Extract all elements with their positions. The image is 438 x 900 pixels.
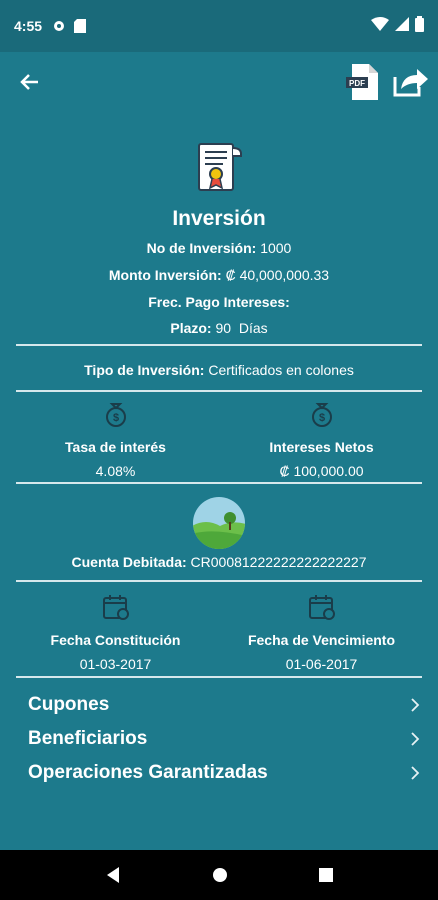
fecha-constitucion-block: Fecha Constitución 01-03-2017: [6, 593, 225, 672]
status-time: 4:55: [14, 18, 43, 34]
fecha-vencimiento-label: Fecha de Vencimiento: [247, 632, 396, 648]
intereses-netos-value: ₡ 100,000.00: [279, 463, 364, 479]
back-button[interactable]: [14, 66, 46, 98]
landscape-icon-wrapper: [0, 496, 438, 555]
menu-item-label: Operaciones Garantizadas: [28, 762, 268, 783]
calendar-icon: [102, 595, 129, 620]
plazo-value: 90 Días: [215, 320, 268, 336]
menu-item-beneficiarios[interactable]: Beneficiarios: [28, 724, 420, 754]
share-button[interactable]: [392, 64, 430, 100]
status-bar: 4:55: [0, 0, 438, 52]
tipo-inversion-value: Certificados en colones: [208, 362, 354, 378]
share-icon: [393, 69, 428, 97]
menu-item-cupones[interactable]: Cupones: [28, 690, 420, 720]
tasa-interes-label: Tasa de interés: [65, 439, 166, 455]
frecuencia-pago-label: Frec. Pago Intereses:: [148, 294, 290, 310]
plazo-label: Plazo:: [170, 320, 212, 336]
sd-card-icon: [74, 19, 87, 33]
menu-item-operaciones-garantizadas[interactable]: Operaciones Garantizadas: [28, 758, 420, 788]
fecha-constitucion-label: Fecha Constitución: [50, 632, 181, 648]
tipo-inversion-label: Tipo de Inversión:: [84, 362, 205, 378]
divider: [16, 482, 422, 484]
nav-home-icon[interactable]: [212, 867, 228, 883]
nav-recents-icon[interactable]: [318, 868, 333, 882]
cuenta-debitada-row: Cuenta Debitada: CR00081222222222222227: [0, 554, 438, 570]
cuenta-debitada-label: Cuenta Debitada:: [71, 554, 187, 570]
page-title: Inversión: [172, 207, 266, 230]
divider: [16, 580, 422, 582]
app-bar: PDF: [0, 52, 438, 112]
tasa-interes-value: 4.08%: [95, 463, 136, 479]
chevron-right-icon: [411, 766, 420, 780]
pdf-file-icon: PDF: [346, 64, 378, 100]
fecha-constitucion-value: 01-03-2017: [79, 656, 152, 672]
chevron-right-icon: [411, 698, 420, 712]
certificate-icon: [198, 143, 242, 191]
intereses-netos-label: Intereses Netos: [269, 439, 374, 455]
tipo-inversion-row: Tipo de Inversión: Certificados en colon…: [0, 362, 438, 378]
intereses-netos-block: $ Intereses Netos ₡ 100,000.00: [212, 400, 431, 479]
frecuencia-pago-row: Frec. Pago Intereses:: [0, 294, 438, 310]
calendar-icon: [308, 595, 335, 620]
money-bag-icon: $: [105, 403, 126, 427]
fecha-vencimiento-block: Fecha de Vencimiento 01-06-2017: [212, 593, 431, 672]
svg-text:$: $: [112, 412, 118, 424]
money-bag-icon: $: [311, 403, 332, 427]
battery-icon: [415, 16, 424, 32]
cuenta-debitada-value: CR00081222222222222227: [190, 554, 367, 570]
divider: [16, 344, 422, 346]
nav-back-icon[interactable]: [105, 866, 121, 884]
monto-inversion-value: ₡ 40,000,000.33: [225, 267, 330, 283]
signal-icon: [395, 17, 409, 31]
numero-inversion-row: No de Inversión: 1000: [0, 240, 438, 256]
svg-text:$: $: [318, 412, 324, 424]
plazo-row: Plazo: 90 Días: [0, 320, 438, 336]
numero-inversion-label: No de Inversión:: [146, 240, 257, 256]
tasa-interes-block: $ Tasa de interés 4.08%: [6, 400, 225, 479]
chevron-right-icon: [411, 732, 420, 746]
numero-inversion-value: 1000: [260, 240, 292, 256]
pdf-button[interactable]: PDF: [343, 62, 381, 102]
menu-item-label: Cupones: [28, 694, 110, 715]
system-nav-bar: [0, 850, 438, 900]
arrow-left-icon: [20, 74, 38, 90]
settings-gear-icon: [54, 21, 65, 31]
monto-inversion-label: Monto Inversión:: [108, 267, 222, 283]
landscape-icon: [193, 497, 245, 549]
divider: [16, 390, 422, 392]
certificate-icon-wrapper: [0, 140, 438, 201]
fecha-vencimiento-value: 01-06-2017: [285, 656, 358, 672]
svg-text:PDF: PDF: [349, 79, 365, 88]
menu-item-label: Beneficiarios: [28, 728, 148, 749]
wifi-icon: [371, 17, 389, 31]
divider: [16, 676, 422, 678]
monto-inversion-row: Monto Inversión: ₡ 40,000,000.33: [0, 267, 438, 283]
